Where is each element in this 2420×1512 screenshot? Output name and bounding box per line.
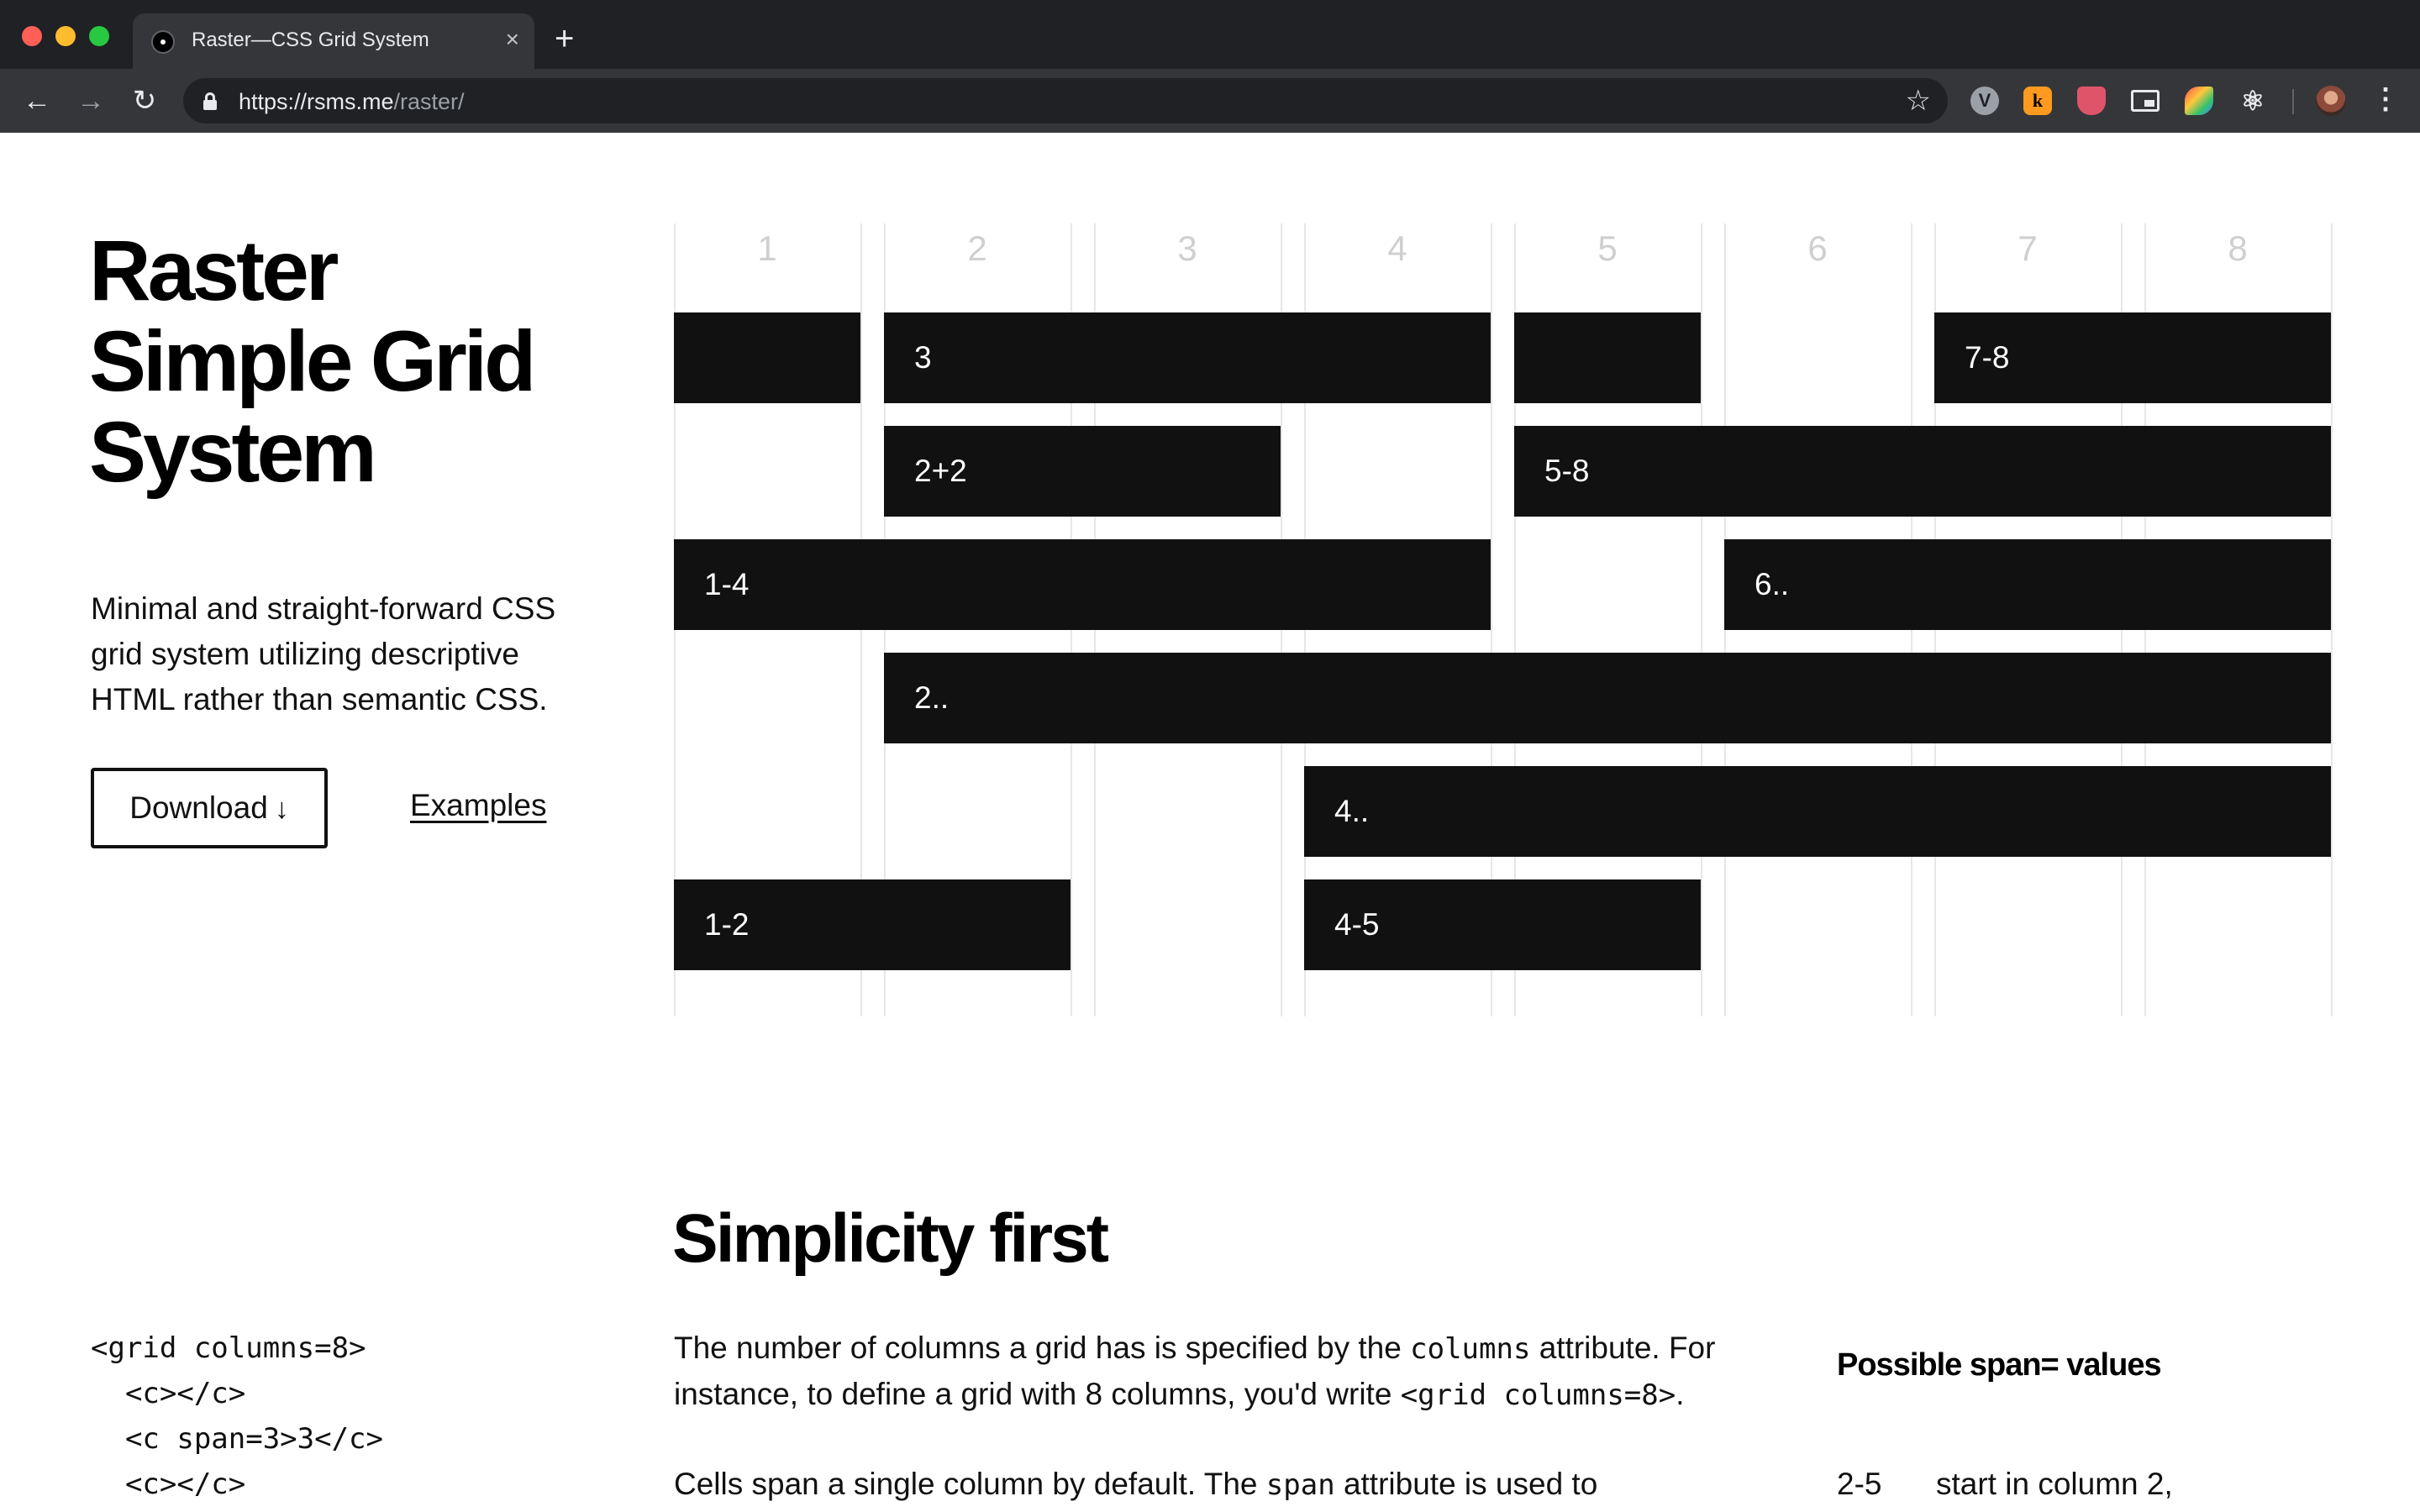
code-example: <grid columns=8> <c></c> <c span=3>3</c>…: [91, 1326, 383, 1507]
grid-column-line: [1701, 223, 1702, 1016]
hero-title: Raster Simple Grid System: [89, 225, 610, 497]
forward-button[interactable]: →: [72, 82, 109, 119]
vimium-extension-icon[interactable]: V: [1970, 87, 1999, 115]
inline-code: <grid columns=8>: [1400, 1378, 1676, 1412]
text-segment: attribute is used to: [1334, 1467, 1598, 1501]
close-window-button[interactable]: [22, 26, 42, 46]
grid-cell: 2..: [884, 653, 2331, 743]
url-path: /raster/: [393, 89, 465, 114]
grid-cell: 5-8: [1514, 426, 2331, 517]
grid-column-number: 3: [1177, 228, 1197, 268]
grid-cell: 1-4: [674, 539, 1491, 630]
columns-paragraph: The number of columns a grid has is spec…: [674, 1326, 1766, 1418]
keyword-extension-icon[interactable]: k: [2023, 87, 2052, 115]
bookmark-star-icon[interactable]: ☆: [1906, 84, 1931, 118]
grid-column-number: 7: [2018, 228, 2038, 268]
back-button[interactable]: ←: [18, 82, 55, 119]
site-favicon-icon: [151, 30, 175, 54]
section-title-simplicity: Simplicity first: [672, 1200, 1109, 1277]
hero-title-line: System: [89, 404, 377, 500]
browser-toolbar: ← → ↻ https://rsms.me/raster/ ☆ V k ⚛ ⋮: [0, 69, 2420, 133]
profile-avatar[interactable]: [2316, 86, 2346, 116]
code-line: <grid columns=8>: [91, 1331, 366, 1365]
page-content: Raster Simple Grid System Minimal and st…: [0, 133, 2420, 1512]
tab-title: Raster—CSS Grid System: [192, 29, 429, 51]
shield-extension-icon[interactable]: [2077, 87, 2106, 115]
maximize-window-button[interactable]: [89, 26, 109, 46]
grid-cell: [674, 312, 860, 403]
hero-title-line: Raster: [89, 223, 339, 318]
text-segment: .: [1676, 1377, 1685, 1411]
grid-column-number: 4: [1387, 228, 1407, 268]
minimize-window-button[interactable]: [55, 26, 76, 46]
code-line: <c></c>: [91, 1467, 246, 1501]
inline-code: span: [1265, 1468, 1335, 1502]
toolbar-divider: [2292, 89, 2294, 114]
span-values-title: Possible span= values: [1837, 1347, 2162, 1383]
grid-cell: 4-5: [1304, 879, 1701, 970]
url-host: https://rsms.me: [239, 89, 394, 114]
grid-cell: 1-2: [674, 879, 1071, 970]
reload-button[interactable]: ↻: [126, 82, 163, 119]
grid-column-number: 1: [757, 228, 777, 268]
span-value-key: 2-5: [1837, 1467, 1882, 1501]
hero-title-line: Simple Grid: [89, 313, 536, 409]
grid-column-number: 5: [1597, 228, 1618, 268]
examples-link[interactable]: Examples: [410, 788, 546, 823]
download-label: Download: [129, 790, 268, 825]
tab-close-icon[interactable]: ×: [506, 25, 519, 54]
text-segment: Cells span a single column by default. T…: [674, 1467, 1266, 1501]
grid-demo: 1 2 3 4 5 6 7 8 3 7-8 2+2 5-8 1-4 6.. 2.. 4.. 1-2 4-5: [674, 223, 2333, 1016]
span-paragraph: Cells span a single column by default. T…: [674, 1462, 1766, 1508]
grid-cell: 7-8: [1934, 312, 2331, 403]
lock-icon[interactable]: [203, 92, 217, 110]
grid-column-line: [2331, 223, 2333, 1016]
download-button[interactable]: Download ↓: [91, 768, 328, 848]
grid-column-number: 6: [1807, 228, 1828, 268]
code-line: <c></c>: [91, 1377, 246, 1410]
text-segment: The number of columns a grid has is spec…: [674, 1331, 1411, 1365]
color-picker-extension-icon[interactable]: [2185, 87, 2213, 115]
grid-cell: 3: [884, 312, 1491, 403]
arrow-down-icon: ↓: [274, 792, 289, 825]
grid-column-number: 2: [967, 228, 987, 268]
url-text[interactable]: https://rsms.me/raster/: [239, 89, 465, 115]
address-bar[interactable]: https://rsms.me/raster/ ☆: [183, 78, 1948, 123]
inline-code: columns: [1410, 1332, 1531, 1366]
hero-description: Minimal and straight-forward CSS grid sy…: [91, 591, 556, 717]
picture-in-picture-extension-icon[interactable]: [2131, 90, 2160, 112]
code-line: <c span=3>3</c>: [91, 1422, 383, 1456]
grid-cell: 4..: [1304, 766, 2331, 857]
new-tab-button[interactable]: +: [555, 22, 574, 55]
react-devtools-icon[interactable]: ⚛: [2238, 87, 2267, 115]
span-value-desc: start in column 2,: [1936, 1467, 2173, 1501]
browser-tab-active[interactable]: Raster—CSS Grid System ×: [133, 13, 534, 69]
grid-cell: [1514, 312, 1701, 403]
grid-cell: 2+2: [884, 426, 1281, 517]
browser-window-chrome: Raster—CSS Grid System × + ← → ↻ https:/…: [0, 0, 2420, 133]
grid-column-number: 8: [2228, 228, 2248, 268]
grid-cell: 6..: [1724, 539, 2331, 630]
span-value-row: 2-5 start in column 2,: [1837, 1462, 2173, 1507]
browser-menu-icon[interactable]: ⋮: [2371, 81, 2400, 118]
